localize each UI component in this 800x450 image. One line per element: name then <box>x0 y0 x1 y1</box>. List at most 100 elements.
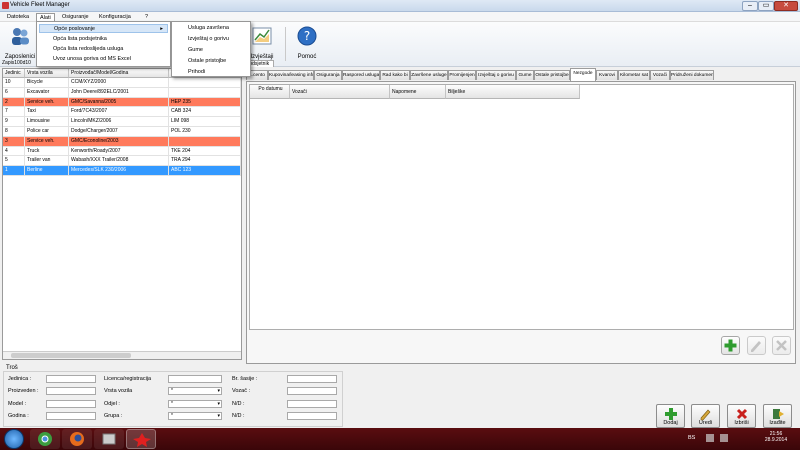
add-button[interactable]: Dodaj <box>656 404 685 428</box>
department-select[interactable]: * ▾ <box>168 400 222 408</box>
vehicle-cell-model: CCM/XYZ/2000 <box>69 78 169 88</box>
vehicle-cell-model: Mercedes/SLK 230/2006 <box>69 166 169 176</box>
tab-7[interactable]: Izvještaj o gorivu <box>476 70 516 80</box>
edit-accident-button[interactable] <box>747 336 766 355</box>
tab-10[interactable]: Nezgode <box>570 68 596 81</box>
vehicle-row[interactable]: 9 Limousine Lincoln/MKZ/2006 LIM 098 <box>3 117 241 127</box>
vehicle-cell-id: 3 <box>3 136 25 147</box>
menu-file[interactable]: Datoteka <box>4 13 32 21</box>
accidents-grid: Po datumu Vozači Napomene Bilješke <box>249 84 794 330</box>
delete-button[interactable]: Izbriši <box>727 404 756 428</box>
vehicle-row[interactable]: 10 Bicycle CCM/XYZ/2000 <box>3 78 241 88</box>
tab-13[interactable]: Vozači <box>650 70 670 80</box>
tab-9[interactable]: Ostale pristojbe <box>534 70 570 80</box>
clock[interactable]: 21:56 28.9.2014 <box>760 431 792 443</box>
menu-item-import-fuel[interactable]: Uvoz unosa goriva od MS Excel <box>39 55 168 64</box>
na-field-2[interactable] <box>287 412 337 420</box>
submenu-item-fuel-report[interactable]: Izvještaj o gorivu <box>174 35 248 44</box>
network-icon[interactable] <box>706 434 714 442</box>
license-field[interactable] <box>168 375 222 383</box>
tab-5[interactable]: Završene usluge <box>410 70 448 80</box>
submenu-item-other-fees[interactable]: Ostale pristojbe <box>174 57 248 66</box>
vehicle-row[interactable]: 5 Trailer van Wabash/XXX Trailer/2008 TRA 2… <box>3 156 241 167</box>
employees-button[interactable]: Zaposlenici <box>2 24 38 60</box>
column-header-type[interactable]: Vrsta vozila <box>25 69 69 78</box>
menu-item-service-order-list[interactable]: Opća lista redoslijeda usluga <box>39 45 168 54</box>
column-header-notes[interactable]: Bilješke <box>446 85 580 99</box>
menu-tools[interactable]: Alati <box>36 13 55 21</box>
add-label: Dodaj <box>663 420 678 426</box>
exit-icon <box>772 409 784 419</box>
add-accident-button[interactable] <box>721 336 740 355</box>
chevron-down-icon: ▾ <box>217 401 220 407</box>
submenu-item-tires[interactable]: Gume <box>174 46 248 55</box>
submenu-item-service-completed[interactable]: Usluga završena <box>174 24 248 33</box>
taskbar-browser-chrome[interactable] <box>30 429 60 449</box>
tab-11[interactable]: Kvarovi <box>596 70 618 80</box>
group-select[interactable]: * ▾ <box>168 412 222 420</box>
vehicle-row[interactable]: 2 Service veh. GMC/Savanna/2005 HEP 235 <box>3 97 241 108</box>
horizontal-scrollbar[interactable] <box>3 351 241 359</box>
group-label: Grupa : <box>104 413 123 419</box>
model-field[interactable] <box>46 400 96 408</box>
vehicle-row[interactable]: 1 Berline Mercedes/SLK 230/2006 ABC 123 <box>3 166 241 176</box>
chassis-field[interactable] <box>287 375 337 383</box>
menu-insurance[interactable]: Osiguranje <box>59 13 92 21</box>
unit-field[interactable] <box>46 375 96 383</box>
menu-item-reminder-list[interactable]: Opća lista podsjetnika <box>39 35 168 44</box>
close-window-button[interactable]: ✕ <box>774 1 798 11</box>
delete-label: Izbriši <box>734 420 749 426</box>
vehicle-cell-type: Truck <box>25 146 69 157</box>
delete-accident-button[interactable] <box>772 336 791 355</box>
taskbar-fleet-manager[interactable] <box>126 429 156 449</box>
vehicle-cell-model: GMC/Savanna/2005 <box>69 97 169 108</box>
na-field-1[interactable] <box>287 400 337 408</box>
chart-icon <box>252 27 272 45</box>
language-indicator[interactable]: BS <box>688 435 695 441</box>
edit-button[interactable]: Uredi <box>691 404 720 428</box>
tab-4[interactable]: Rad kako bi <box>380 70 410 80</box>
minimize-button[interactable]: – <box>742 1 758 11</box>
maximize-button[interactable]: ▭ <box>758 1 774 11</box>
vehicle-cell-id: 2 <box>3 97 25 108</box>
vehicle-row[interactable]: 6 Excavator John Deere/892ELC/2001 <box>3 87 241 98</box>
tab-14[interactable]: Pridruženi dokumenti <box>670 70 714 80</box>
exit-button[interactable]: Izađite <box>763 404 792 428</box>
column-header-drivers[interactable]: Vozači <box>290 85 390 99</box>
vehicle-row[interactable]: 4 Truck Kenworth/Roady/2007 TKE 204 <box>3 146 241 157</box>
scrollbar-thumb[interactable] <box>11 353 131 358</box>
column-header-date[interactable]: Po datumu <box>250 85 290 99</box>
vehicle-cell-id: 5 <box>3 156 25 167</box>
volume-icon[interactable] <box>720 434 728 442</box>
vehicle-row[interactable]: 3 Service veh. GMC/Econoline/2003 <box>3 136 241 147</box>
vehicle-cell-type: Trailer van <box>25 156 69 167</box>
column-header-model[interactable]: Proizvođač/Model/Godina <box>69 69 169 78</box>
submenu-item-income[interactable]: Prihodi <box>174 68 248 77</box>
column-header-remarks[interactable]: Napomene <box>390 85 446 99</box>
driver-field[interactable] <box>287 387 337 395</box>
vehicle-type-select[interactable]: * ▾ <box>168 387 222 395</box>
year-label: Godina : <box>8 413 29 419</box>
tab-1[interactable]: Kupovina/leasing info. <box>268 70 314 80</box>
help-icon: ? <box>297 26 317 46</box>
tab-12[interactable]: Kilometar sat <box>618 70 650 80</box>
year-field[interactable] <box>46 412 96 420</box>
start-button[interactable] <box>4 429 24 449</box>
vehicle-cell-type: Limousine <box>25 117 69 127</box>
column-header-unit[interactable]: Jedinic <box>3 69 25 78</box>
menu-configuration[interactable]: Konfiguracija <box>96 13 134 21</box>
taskbar-app[interactable] <box>94 429 124 449</box>
help-button[interactable]: ? Pomoć <box>291 24 323 60</box>
vehicle-row[interactable]: 7 Taxi Ford/7C43/2007 CAB 324 <box>3 107 241 118</box>
license-label: Licenca/registracija <box>104 376 152 382</box>
taskbar-firefox[interactable] <box>62 429 92 449</box>
menu-item-general-business[interactable]: Opće poslovanje ▸ <box>39 24 168 33</box>
make-field[interactable] <box>46 387 96 395</box>
menu-help[interactable]: ? <box>142 13 151 21</box>
department-label: Odjel : <box>104 401 120 407</box>
vehicle-row[interactable]: 8 Police car Dodge/Charger/2007 POL 230 <box>3 127 241 137</box>
tab-6[interactable]: Promijenjen <box>448 70 476 80</box>
tab-2[interactable]: Osiguranja <box>314 70 342 80</box>
tab-3[interactable]: Raspored usluga <box>342 70 380 80</box>
tab-8[interactable]: Gume <box>516 70 534 80</box>
